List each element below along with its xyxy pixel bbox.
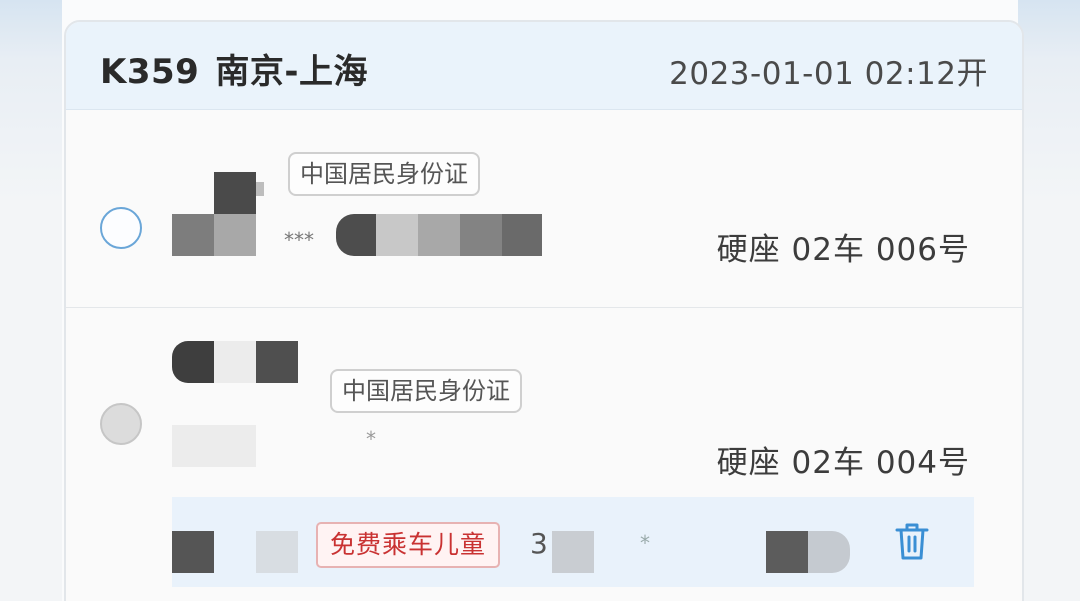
train-header: K359 南京-上海 2023-01-01 02:12开 — [66, 22, 1022, 110]
child-name-redacted — [172, 531, 214, 573]
passenger-select-radio[interactable] — [100, 207, 142, 249]
ticket-card: K359 南京-上海 2023-01-01 02:12开 中国居民身份证 *** … — [64, 20, 1024, 601]
child-id-redacted — [766, 531, 808, 573]
child-name-redacted — [256, 531, 298, 573]
passenger-select-radio[interactable] — [100, 403, 142, 445]
id-type-badge: 中国居民身份证 — [330, 369, 522, 413]
name-redacted — [172, 214, 214, 256]
id-redacted — [336, 214, 376, 256]
id-mask: *** — [284, 228, 314, 252]
train-title: K359 南京-上海 — [100, 44, 384, 93]
child-id-redacted — [552, 531, 594, 573]
id-mask: * — [366, 427, 376, 451]
name-redacted — [256, 341, 298, 383]
id-redacted — [460, 214, 502, 256]
name-redacted — [214, 172, 256, 214]
train-number: K359 — [100, 52, 200, 92]
name-redacted — [256, 182, 264, 196]
id-redacted — [502, 214, 542, 256]
child-id-fragment: 3 — [530, 527, 548, 560]
ticket-confirm-screen: K359 南京-上海 2023-01-01 02:12开 中国居民身份证 *** … — [0, 0, 1080, 601]
child-id-redacted — [808, 531, 850, 573]
passenger-row[interactable]: 中国居民身份证 * 硬座 02车 004号 免费乘车儿童 3 * — [66, 309, 1022, 601]
id-redacted — [172, 425, 256, 467]
name-redacted — [214, 341, 256, 383]
name-redacted — [214, 214, 256, 256]
id-redacted — [376, 214, 418, 256]
free-child-badge: 免费乘车儿童 — [316, 522, 501, 568]
passenger-row[interactable]: 中国居民身份证 *** 硬座 02车 006号 — [66, 110, 1022, 308]
id-type-badge: 中国居民身份证 — [288, 152, 480, 196]
trash-icon[interactable] — [894, 521, 930, 561]
seat-info: 硬座 02车 004号 — [716, 445, 970, 481]
seat-info: 硬座 02车 006号 — [716, 232, 970, 268]
train-route: 南京-上海 — [215, 52, 368, 92]
child-id-mask: * — [640, 531, 650, 555]
departure-time: 2023-01-01 02:12开 — [669, 56, 988, 92]
background-left — [0, 0, 62, 601]
name-redacted — [172, 341, 214, 383]
id-redacted — [418, 214, 460, 256]
background-right — [1018, 0, 1080, 601]
